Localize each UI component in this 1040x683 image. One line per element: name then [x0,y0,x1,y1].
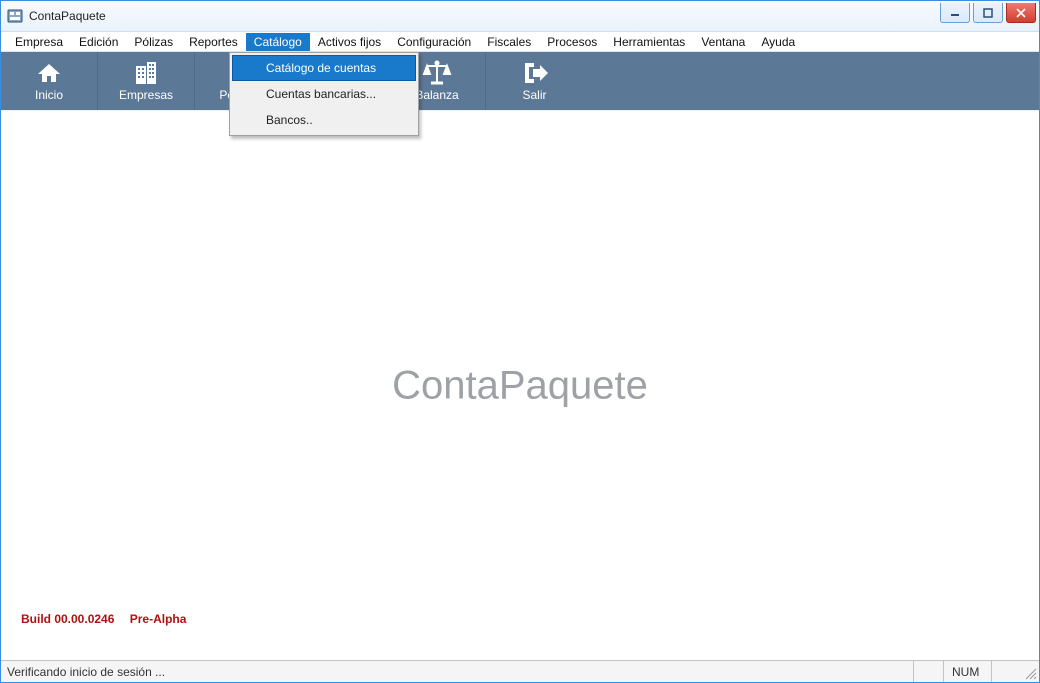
toolbar-label-balanza: Balanza [415,88,458,102]
menu-activos-fijos[interactable]: Activos fijos [310,33,389,51]
toolbar-label-empresas: Empresas [119,88,173,102]
app-window: ContaPaquete Empresa Edición Pólizas Rep… [0,0,1040,683]
toolbar-empresas[interactable]: Empresas [98,52,195,110]
statusbar: Verificando inicio de sesión ... NUM [1,660,1039,682]
menubar: Empresa Edición Pólizas Reportes Catálog… [1,32,1039,52]
dropdown-cuentas-bancarias[interactable]: Cuentas bancarias... [232,81,416,107]
dropdown-catalogo-cuentas[interactable]: Catálogo de cuentas [232,55,416,81]
toolbar-label-salir: Salir [522,88,546,102]
build-stage: Pre-Alpha [130,612,187,626]
maximize-button[interactable] [973,3,1003,23]
menu-fiscales[interactable]: Fiscales [479,33,539,51]
status-message: Verificando inicio de sesión ... [1,665,913,679]
status-cell-empty-2 [991,661,1021,682]
window-controls [937,1,1039,31]
toolbar: Inicio Empresas [1,52,1039,111]
toolbar-salir[interactable]: Salir [486,52,583,110]
minimize-button[interactable] [940,3,970,23]
toolbar-inicio[interactable]: Inicio [1,52,98,110]
watermark-text: ContaPaquete [392,363,648,408]
menu-herramientas[interactable]: Herramientas [605,33,693,51]
menu-ayuda[interactable]: Ayuda [753,33,803,51]
resize-grip[interactable] [1021,661,1039,682]
menu-edicion[interactable]: Edición [71,33,126,51]
menu-configuracion[interactable]: Configuración [389,33,479,51]
catalogo-dropdown: Catálogo de cuentas Cuentas bancarias...… [229,52,419,136]
app-icon [7,8,23,24]
home-icon [35,60,63,86]
build-info: Build 00.00.0246 Pre-Alpha [21,612,198,626]
client-area: ContaPaquete Build 00.00.0246 Pre-Alpha [1,111,1039,660]
menu-empresa[interactable]: Empresa [7,33,71,51]
scale-icon [422,60,452,86]
menu-catalogo[interactable]: Catálogo [246,33,310,51]
window-title: ContaPaquete [29,9,937,23]
build-version: Build 00.00.0246 [21,612,114,626]
exit-icon [521,60,549,86]
menu-polizas[interactable]: Pólizas [126,33,181,51]
menu-reportes[interactable]: Reportes [181,33,246,51]
dropdown-bancos[interactable]: Bancos.. [232,107,416,133]
toolbar-label-inicio: Inicio [35,88,63,102]
close-button[interactable] [1006,3,1036,23]
buildings-icon [132,60,160,86]
titlebar: ContaPaquete [1,1,1039,32]
status-cell-empty-1 [913,661,943,682]
status-num: NUM [943,661,991,682]
menu-procesos[interactable]: Procesos [539,33,605,51]
menu-ventana[interactable]: Ventana [693,33,753,51]
